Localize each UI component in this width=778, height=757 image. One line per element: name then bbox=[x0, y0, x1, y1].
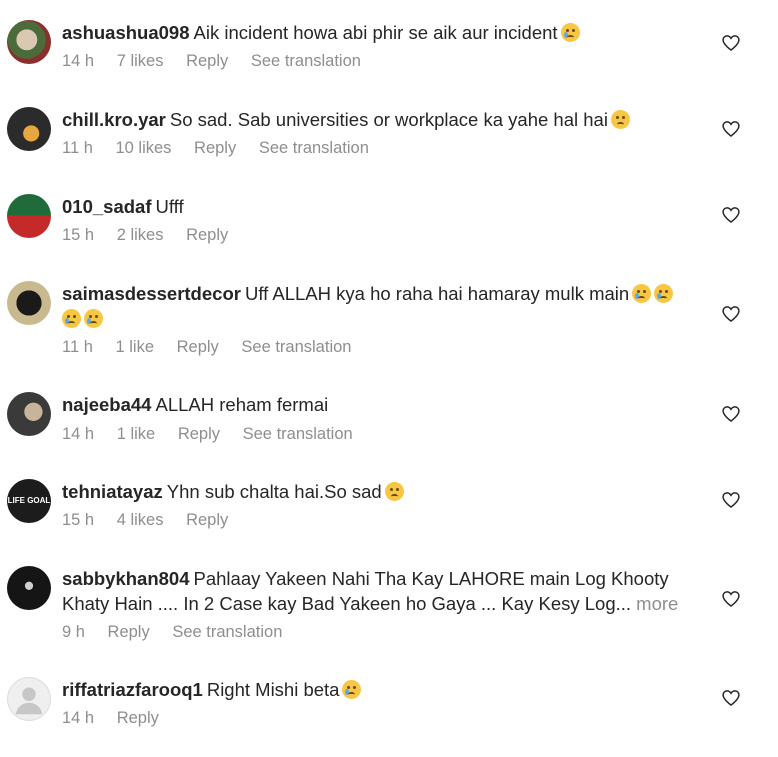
avatar[interactable] bbox=[7, 677, 51, 721]
reply-button[interactable]: Reply bbox=[178, 425, 220, 443]
more-button[interactable]: more bbox=[636, 593, 678, 614]
heart-icon[interactable] bbox=[721, 490, 741, 510]
avatar[interactable] bbox=[7, 392, 51, 436]
avatar[interactable] bbox=[7, 566, 51, 610]
comment-text: Yhn sub chalta hai.So sad bbox=[166, 481, 382, 502]
heart-icon[interactable] bbox=[721, 119, 741, 139]
see-translation-button[interactable]: See translation bbox=[243, 425, 353, 443]
comment-text: So sad. Sab universities or workplace ka… bbox=[169, 109, 608, 130]
username[interactable]: sabbykhan804 bbox=[62, 568, 190, 589]
default-avatar-icon bbox=[15, 687, 43, 715]
crying-face-icon bbox=[632, 284, 652, 303]
see-translation-button[interactable]: See translation bbox=[259, 139, 369, 157]
comment-text: ALLAH reham fermai bbox=[155, 394, 329, 415]
comment-text: Pahlaay Yakeen Nahi Tha Kay LAHORE main … bbox=[193, 568, 669, 589]
avatar-label: LIFE GOAL bbox=[7, 496, 51, 505]
reply-button[interactable]: Reply bbox=[186, 52, 228, 70]
see-translation-button[interactable]: See translation bbox=[172, 623, 282, 641]
username[interactable]: chill.kro.yar bbox=[62, 109, 166, 130]
timestamp: 14 h bbox=[62, 425, 95, 443]
reply-button[interactable]: Reply bbox=[177, 338, 219, 356]
avatar[interactable] bbox=[7, 20, 51, 64]
crying-face-icon bbox=[62, 309, 81, 328]
username[interactable]: tehniatayaz bbox=[62, 481, 163, 502]
sad-face-icon bbox=[384, 482, 404, 501]
crying-face-icon bbox=[654, 284, 674, 303]
timestamp: 11 h bbox=[62, 139, 93, 157]
avatar[interactable]: LIFE GOAL bbox=[7, 479, 51, 523]
comment-text: Uff ALLAH kya ho raha hai hamaray mulk m… bbox=[244, 283, 630, 304]
heart-icon[interactable] bbox=[721, 589, 741, 609]
likes-count[interactable]: 10 likes bbox=[115, 139, 171, 157]
crying-face-icon bbox=[342, 680, 362, 699]
likes-count[interactable]: 7 likes bbox=[117, 52, 164, 70]
crying-face-icon bbox=[84, 309, 103, 328]
heart-icon[interactable] bbox=[721, 688, 741, 708]
comment-text: Ufff bbox=[155, 196, 184, 217]
likes-count[interactable]: 1 like bbox=[115, 338, 154, 356]
comment-text: Right Mishi beta bbox=[206, 679, 340, 700]
username[interactable]: 010_sadaf bbox=[62, 196, 151, 217]
timestamp: 14 h bbox=[62, 52, 95, 70]
avatar[interactable] bbox=[7, 194, 51, 238]
see-translation-button[interactable]: See translation bbox=[241, 338, 351, 356]
likes-count[interactable]: 1 like bbox=[117, 425, 156, 443]
username[interactable]: riffatriazfarooq1 bbox=[62, 679, 203, 700]
comment-text: Khaty Hain .... In 2 Case kay Bad Yakeen… bbox=[62, 593, 632, 614]
reply-button[interactable]: Reply bbox=[108, 623, 150, 641]
reply-button[interactable]: Reply bbox=[194, 139, 236, 157]
username[interactable]: ashuashua098 bbox=[62, 22, 190, 43]
reply-button[interactable]: Reply bbox=[186, 226, 228, 244]
username[interactable]: najeeba44 bbox=[62, 394, 151, 415]
timestamp: 11 h bbox=[62, 338, 93, 356]
timestamp: 9 h bbox=[62, 623, 85, 641]
heart-icon[interactable] bbox=[721, 304, 741, 324]
heart-icon[interactable] bbox=[721, 33, 741, 53]
comment-text: Aik incident howa abi phir se aik aur in… bbox=[193, 22, 558, 43]
heart-icon[interactable] bbox=[721, 404, 741, 424]
heart-icon[interactable] bbox=[721, 205, 741, 225]
username[interactable]: saimasdessertdecor bbox=[62, 283, 241, 304]
see-translation-button[interactable]: See translation bbox=[251, 52, 361, 70]
timestamp: 15 h bbox=[62, 226, 95, 244]
smirking-face-icon bbox=[610, 110, 630, 129]
likes-count[interactable]: 4 likes bbox=[117, 511, 164, 529]
reply-button[interactable]: Reply bbox=[186, 511, 228, 529]
avatar[interactable] bbox=[7, 107, 51, 151]
reply-button[interactable]: Reply bbox=[117, 709, 159, 727]
timestamp: 15 h bbox=[62, 511, 95, 529]
crying-face-icon bbox=[560, 23, 580, 42]
avatar[interactable] bbox=[7, 281, 51, 325]
likes-count[interactable]: 2 likes bbox=[117, 226, 164, 244]
timestamp: 14 h bbox=[62, 709, 95, 727]
